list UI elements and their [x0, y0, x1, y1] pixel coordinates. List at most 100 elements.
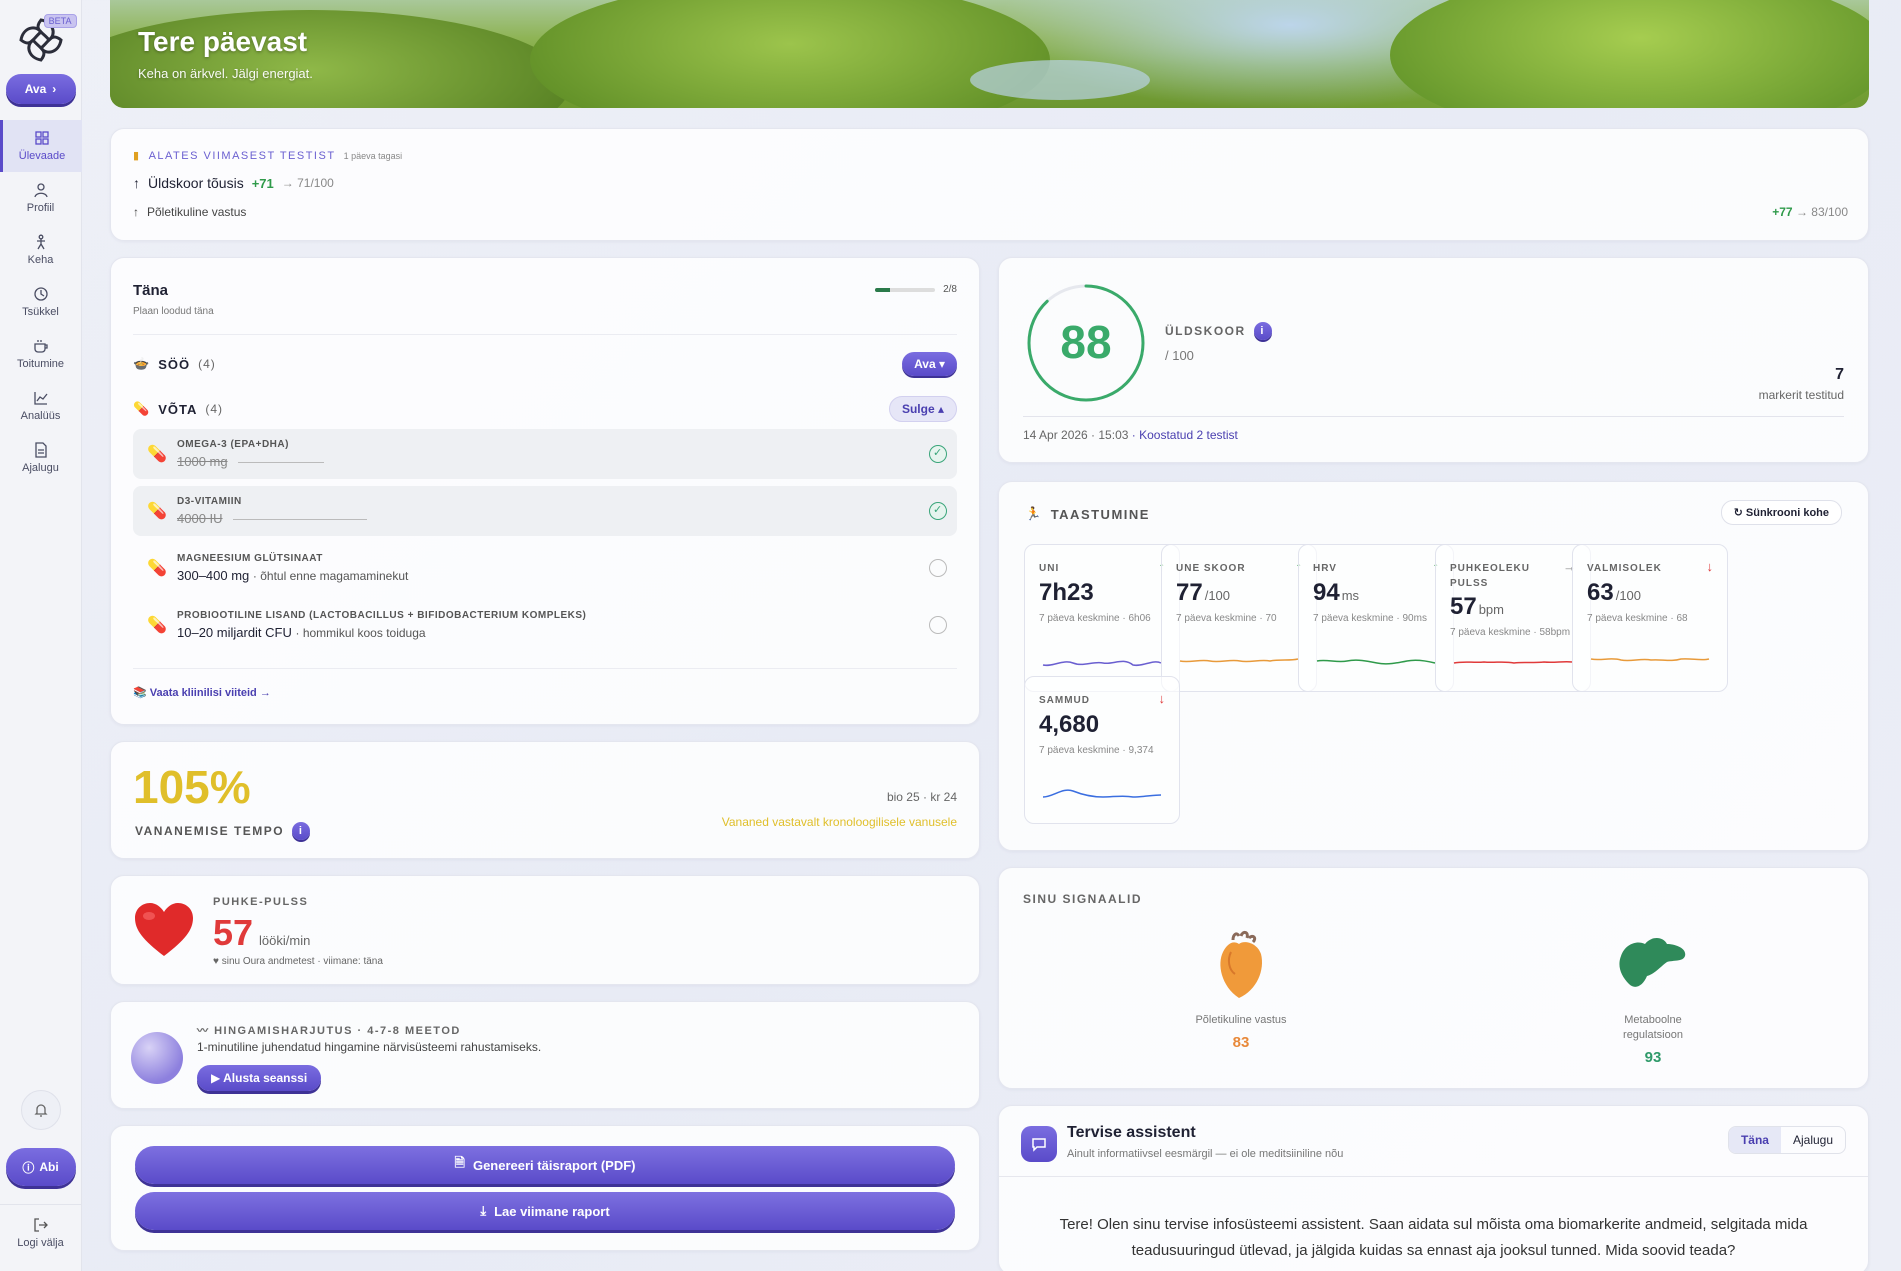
breathing-label-text: HINGAMISHARJUTUS · 4-7-8 MEETOD: [214, 1025, 461, 1037]
hero-banner: Tere päevast Keha on ärkvel. Jälgi energ…: [110, 0, 1869, 108]
clinical-references-link[interactable]: 📚 Vaata kliinilisi viiteid →: [133, 686, 271, 699]
tab-history[interactable]: Ajalugu: [1781, 1127, 1845, 1153]
metric-average: 7 päeva keskmine · 9,374: [1039, 745, 1154, 756]
sidebar-item-label: Profiil: [26, 202, 55, 214]
supplement-checkbox[interactable]: [929, 445, 947, 463]
landscape-hill: [530, 0, 1050, 108]
logo[interactable]: BETA: [13, 12, 77, 68]
divider: [1023, 416, 1844, 417]
runner-icon: 🏃: [1025, 506, 1043, 521]
supplement-item[interactable]: 💊 D3-VITAMIIN 4000 IU: [133, 486, 957, 536]
metric-name: SAMMUD: [1039, 695, 1090, 706]
metric-name: PUHKEOLEKU PULSS: [1450, 563, 1531, 589]
sidebar-bottom: ⓘ Abi Logi välja: [0, 1090, 82, 1271]
signal-metabolic[interactable]: Metaboolne regulatsioon 93: [1593, 930, 1713, 1066]
since-heading: ▮ ALATES VIIMASEST TESTIST 1 päeva tagas…: [133, 149, 402, 163]
sidebar-item-label: Toitumine: [16, 358, 65, 370]
assistant-tabs: Täna Ajalugu: [1727, 1126, 1846, 1154]
metric-tile[interactable]: PUHKEOLEKU PULSS → 57 bpm 7 päeva keskmine ·…: [1435, 544, 1591, 692]
metric-value-row: 77/100: [1176, 579, 1230, 607]
metric-name: UNE SKOOR: [1176, 563, 1246, 574]
supplement-name: MAGNEESIUM GLÜTSINAAT: [177, 553, 323, 564]
books-icon: 📚: [133, 687, 147, 699]
today-subtitle: Plaan loodud täna: [133, 306, 214, 317]
sidebar-item-nutrition[interactable]: Toitumine: [0, 328, 82, 380]
metric-tile[interactable]: HRV↑94ms7 päeva keskmine · 90ms: [1298, 544, 1454, 692]
download-report-button[interactable]: ⤓ Lae viimane raport: [135, 1192, 955, 1230]
pulse-value-row: 57 lööki/min: [213, 912, 310, 954]
ava-button[interactable]: Ava ›: [5, 74, 76, 104]
expand-eat-button[interactable]: Ava ▾: [902, 352, 957, 376]
today-plan-card: Täna Plaan loodud täna 2/8 🍲 SÖÖ (4) Ava…: [110, 257, 980, 725]
metric-tile[interactable]: UNI↑7h237 päeva keskmine · 6h06: [1024, 544, 1180, 692]
supplement-checkbox[interactable]: [929, 616, 947, 634]
inflammation-change: ↑ Põletikuline vastus: [133, 205, 246, 219]
aging-tempo-card: 105% VANANEMISE TEMPO i bio 25 · kr 24 V…: [110, 741, 980, 859]
supplement-dose: 4000 IU: [177, 511, 223, 526]
document-icon: 🗎: [454, 1155, 465, 1170]
supplement-item[interactable]: 💊 OMEGA-3 (EPA+DHA) 1000 mg: [133, 429, 957, 479]
metric-tile[interactable]: SAMMUD ↓ 4,680 7 päeva keskmine · 9,374: [1024, 676, 1180, 824]
supplement-checkbox[interactable]: [929, 559, 947, 577]
since-heading-text: ALATES VIIMASEST TESTIST: [148, 149, 336, 162]
generate-report-button[interactable]: 🗎 Genereeri täisraport (PDF): [135, 1146, 955, 1184]
signals-label: SINU SIGNAALID: [1023, 892, 1143, 906]
supplement-checkbox[interactable]: [929, 502, 947, 520]
bar-chart-icon: ▮: [133, 150, 141, 162]
supplement-item[interactable]: 💊 MAGNEESIUM GLÜTSINAAT 300–400 mg · õht…: [133, 543, 957, 593]
sidebar-item-profile[interactable]: Profiil: [0, 172, 82, 224]
metric-value-row: 57 bpm: [1450, 593, 1504, 621]
metric-average: 7 päeva keskmine · 58bpm: [1450, 627, 1571, 638]
take-label: VÕTA: [158, 401, 198, 417]
divider: [133, 334, 957, 335]
pulse-value: 57: [213, 912, 254, 953]
sparkline: [1042, 660, 1162, 667]
info-icon[interactable]: i: [292, 822, 311, 840]
change-delta: +71: [251, 175, 274, 191]
sidebar-item-body[interactable]: Keha: [0, 224, 82, 276]
markers-label: markerit testitud: [1758, 388, 1844, 402]
sidebar-item-label: Keha: [27, 254, 54, 266]
collapse-take-button[interactable]: Sulge ▴: [888, 396, 957, 422]
coffee-icon: [33, 340, 48, 353]
score-label: ÜLDSKOOR: [1165, 324, 1246, 338]
logout-button[interactable]: Logi välja: [0, 1204, 82, 1271]
notifications-button[interactable]: [20, 1090, 61, 1130]
bell-icon: [33, 1104, 48, 1117]
pancreas-icon: [1619, 938, 1686, 987]
sidebar-item-overview[interactable]: Ülevaade: [0, 120, 82, 172]
trend-arrow-icon: ↓: [1706, 559, 1714, 574]
info-icon[interactable]: i: [1253, 322, 1272, 340]
sidebar-item-analysis[interactable]: Analüüs: [0, 380, 82, 432]
take-section-header[interactable]: 💊 VÕTA (4) Sulge ▴: [133, 395, 957, 423]
signal-inflammation[interactable]: Põletikuline vastus 83: [1181, 930, 1301, 1051]
metric-name: VALMISOLEK: [1587, 563, 1662, 574]
metric-tile[interactable]: UNE SKOOR↑77/1007 päeva keskmine · 70: [1161, 544, 1317, 692]
aging-tempo-value: 105%: [133, 761, 251, 813]
sidebar-item-history[interactable]: Ajalugu: [0, 432, 82, 484]
progress-bar: [875, 287, 936, 292]
aging-tempo-description: Vananed vastavalt kronoloogilisele vanus…: [721, 815, 957, 829]
metric-value: 7h23: [1039, 579, 1094, 606]
help-label: Abi: [39, 1160, 59, 1174]
metric-tile[interactable]: VALMISOLEK ↓ 63/100 7 päeva keskmine · 68: [1572, 544, 1728, 692]
logout-icon: [33, 1218, 48, 1232]
today-title: Täna: [133, 282, 169, 299]
sync-now-button[interactable]: ↻ Sünkrooni kohe: [1720, 500, 1842, 525]
start-session-button[interactable]: ▶ Alusta seanssi: [197, 1065, 322, 1091]
sparkline: [1042, 789, 1162, 798]
signal-name: Metaboolne regulatsioon: [1623, 1014, 1683, 1041]
divider: [999, 1176, 1868, 1177]
trend-arrow-icon: ↓: [1158, 691, 1166, 706]
compiled-from-link[interactable]: · Koostatud 2 testist: [1132, 428, 1238, 442]
help-button[interactable]: ⓘ Abi: [5, 1148, 76, 1186]
clock-icon: [33, 287, 48, 301]
recovery-label-row: 🏃 TAASTUMINE: [1025, 506, 1150, 522]
eat-section-header[interactable]: 🍲 SÖÖ (4) Ava ▾: [133, 350, 957, 378]
sidebar-item-cycle[interactable]: Tsükkel: [0, 276, 82, 328]
supplement-item[interactable]: 💊 PROBIOOTILINE LISAND (LACTOBACILLUS + …: [133, 600, 957, 650]
resting-pulse-card: PUHKE-PULSS 57 lööki/min ♥ sinu Oura andm…: [110, 875, 980, 985]
supplement-name: PROBIOOTILINE LISAND (LACTOBACILLUS + BI…: [177, 610, 587, 621]
tab-today[interactable]: Täna: [1728, 1127, 1781, 1153]
sidebar-nav: Ülevaade Profiil Keha Tsükkel Toitumine …: [0, 120, 82, 484]
